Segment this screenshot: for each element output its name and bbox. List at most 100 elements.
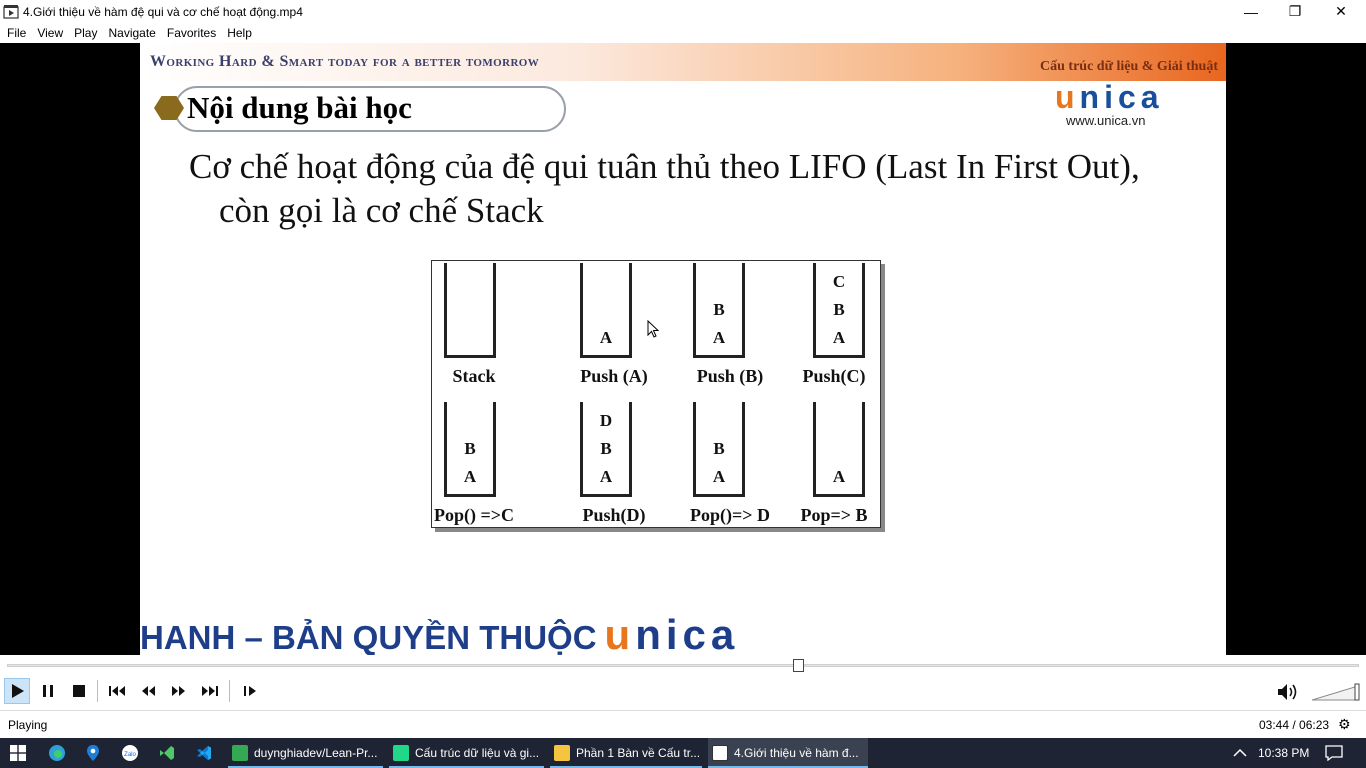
body-line-1: Cơ chế hoạt động của đệ qui tuân thủ the…	[189, 147, 1140, 186]
rewind-icon	[142, 686, 155, 696]
slide-body: Cơ chế hoạt động của đệ qui tuân thủ the…	[189, 145, 1140, 233]
stack-container: A	[813, 402, 865, 497]
show-hidden-icons-button[interactable]	[1228, 738, 1252, 768]
slide-motto: Working Hard & Smart today for a better …	[150, 53, 540, 70]
stack-diagram: Stack A Push (A) B A Push (B) C B A Push(C) B A Pop(…	[431, 260, 881, 528]
pause-button[interactable]	[35, 678, 61, 704]
slide-banner: Working Hard & Smart today for a better …	[140, 43, 1226, 81]
notes-icon	[554, 745, 570, 761]
watermark-logo: unica	[604, 611, 740, 655]
windows-logo-icon	[10, 745, 26, 761]
course-name: Cấu trúc dữ liệu & Giải thuật	[1040, 59, 1218, 74]
stack-element: B	[833, 300, 845, 319]
menu-help[interactable]: Help	[227, 26, 252, 40]
stack-element: A	[599, 328, 613, 347]
zalo-icon: Zalo	[122, 745, 138, 761]
menu-navigate[interactable]: Navigate	[108, 26, 155, 40]
taskbar-app-pycharm[interactable]: Cấu trúc dữ liệu và gi...	[389, 738, 544, 768]
video-frame: Working Hard & Smart today for a better …	[140, 43, 1226, 655]
rewind-button[interactable]	[135, 678, 161, 704]
vscode-icon	[197, 746, 211, 760]
minimize-icon: —	[1244, 3, 1258, 20]
seek-bar[interactable]	[7, 659, 1359, 672]
previous-button[interactable]	[104, 678, 130, 704]
stack-container: BA	[693, 402, 745, 497]
stack-element: A	[712, 328, 726, 347]
notification-icon	[1325, 745, 1343, 761]
status-bar: Playing 03:44 / 06:23 ⚙	[0, 710, 1366, 738]
stack-container: BA	[444, 402, 496, 497]
stop-button[interactable]	[66, 678, 92, 704]
separator	[229, 680, 230, 702]
close-icon: ✕	[1335, 3, 1347, 19]
menu-view[interactable]: View	[37, 26, 63, 40]
taskbar-app-label: duynghiadev/Lean-Pr...	[254, 746, 378, 760]
title-bar: 4.Giới thiệu về hàm đệ qui và cơ chế hoạ…	[0, 0, 1366, 23]
stack-element: C	[832, 272, 846, 291]
seek-progress	[8, 665, 799, 666]
vscode-taskbar-icon[interactable]	[187, 738, 221, 768]
unica-logo: unica	[1055, 79, 1164, 115]
copyright-watermark: HANH – BẢN QUYỀN THUỘC unica	[140, 611, 739, 655]
minimize-button[interactable]: —	[1228, 0, 1274, 23]
mouse-cursor-icon	[647, 320, 660, 338]
notification-center-button[interactable]	[1320, 738, 1348, 768]
pause-icon	[43, 685, 53, 697]
lesson-title: Nội dung bài học	[187, 90, 412, 125]
stack-element: B	[713, 300, 725, 319]
svg-text:Zalo: Zalo	[124, 752, 136, 758]
video-settings-icon[interactable]: ⚙	[1338, 716, 1351, 733]
system-clock[interactable]: 10:38 PM	[1258, 746, 1309, 760]
stack-container: CBA	[813, 263, 865, 358]
stack-caption: Pop=> B	[800, 505, 868, 525]
zalo-taskbar-icon[interactable]: Zalo	[113, 738, 147, 768]
stack-element: B	[600, 439, 612, 458]
maximize-button[interactable]: ❐	[1272, 0, 1318, 23]
stack-container: A	[580, 263, 632, 358]
stack-caption: Pop() =>C	[433, 505, 515, 525]
taskbar-app-chrome[interactable]: duynghiadev/Lean-Pr...	[228, 738, 383, 768]
volume-slider[interactable]	[1312, 682, 1362, 702]
visual-studio-icon	[160, 746, 174, 760]
stack-caption: Push(D)	[582, 505, 646, 525]
stack-element: A	[599, 467, 613, 486]
restore-icon: ❐	[1288, 3, 1302, 19]
separator	[97, 680, 98, 702]
menu-bar: File View Play Navigate Favorites Help	[0, 23, 1366, 43]
stack-container: BA	[693, 263, 745, 358]
menu-play[interactable]: Play	[74, 26, 97, 40]
menu-file[interactable]: File	[7, 26, 26, 40]
playback-controls	[0, 655, 1366, 710]
maps-taskbar-icon[interactable]	[76, 738, 110, 768]
play-icon	[12, 684, 24, 698]
stack-caption: Push (A)	[580, 366, 648, 386]
time-display: 03:44 / 06:23	[1259, 718, 1330, 732]
chrome-icon	[232, 745, 248, 761]
chevron-up-icon	[1233, 748, 1247, 757]
taskbar-app-label: Cấu trúc dữ liệu và gi...	[415, 746, 540, 760]
stop-icon	[73, 685, 85, 697]
fast-forward-button[interactable]	[166, 678, 192, 704]
seek-thumb[interactable]	[793, 659, 804, 672]
stack-element: A	[832, 467, 846, 486]
frame-step-button[interactable]	[237, 678, 263, 704]
volume-icon[interactable]	[1276, 681, 1300, 703]
taskbar-app-label: Phần 1 Bàn về Cấu tr...	[576, 746, 701, 760]
taskbar-app-label: 4.Giới thiệu về hàm đ...	[734, 746, 859, 760]
play-button[interactable]	[4, 678, 30, 704]
media-player-icon	[712, 745, 728, 761]
edge-taskbar-icon[interactable]	[40, 738, 74, 768]
stack-element: A	[463, 467, 477, 486]
visual-studio-taskbar-icon[interactable]	[150, 738, 184, 768]
taskbar-app-notes[interactable]: Phần 1 Bàn về Cấu tr...	[550, 738, 702, 768]
close-button[interactable]: ✕	[1318, 0, 1364, 23]
skip-next-icon	[202, 686, 218, 696]
next-button[interactable]	[197, 678, 223, 704]
start-button[interactable]	[0, 738, 36, 768]
stack-element: D	[599, 411, 613, 430]
stack-caption: Push(C)	[802, 366, 866, 386]
taskbar-app-media-player[interactable]: 4.Giới thiệu về hàm đ...	[708, 738, 868, 768]
menu-favorites[interactable]: Favorites	[167, 26, 216, 40]
stack-caption: Push (B)	[696, 366, 764, 386]
video-area[interactable]: Working Hard & Smart today for a better …	[0, 43, 1366, 655]
